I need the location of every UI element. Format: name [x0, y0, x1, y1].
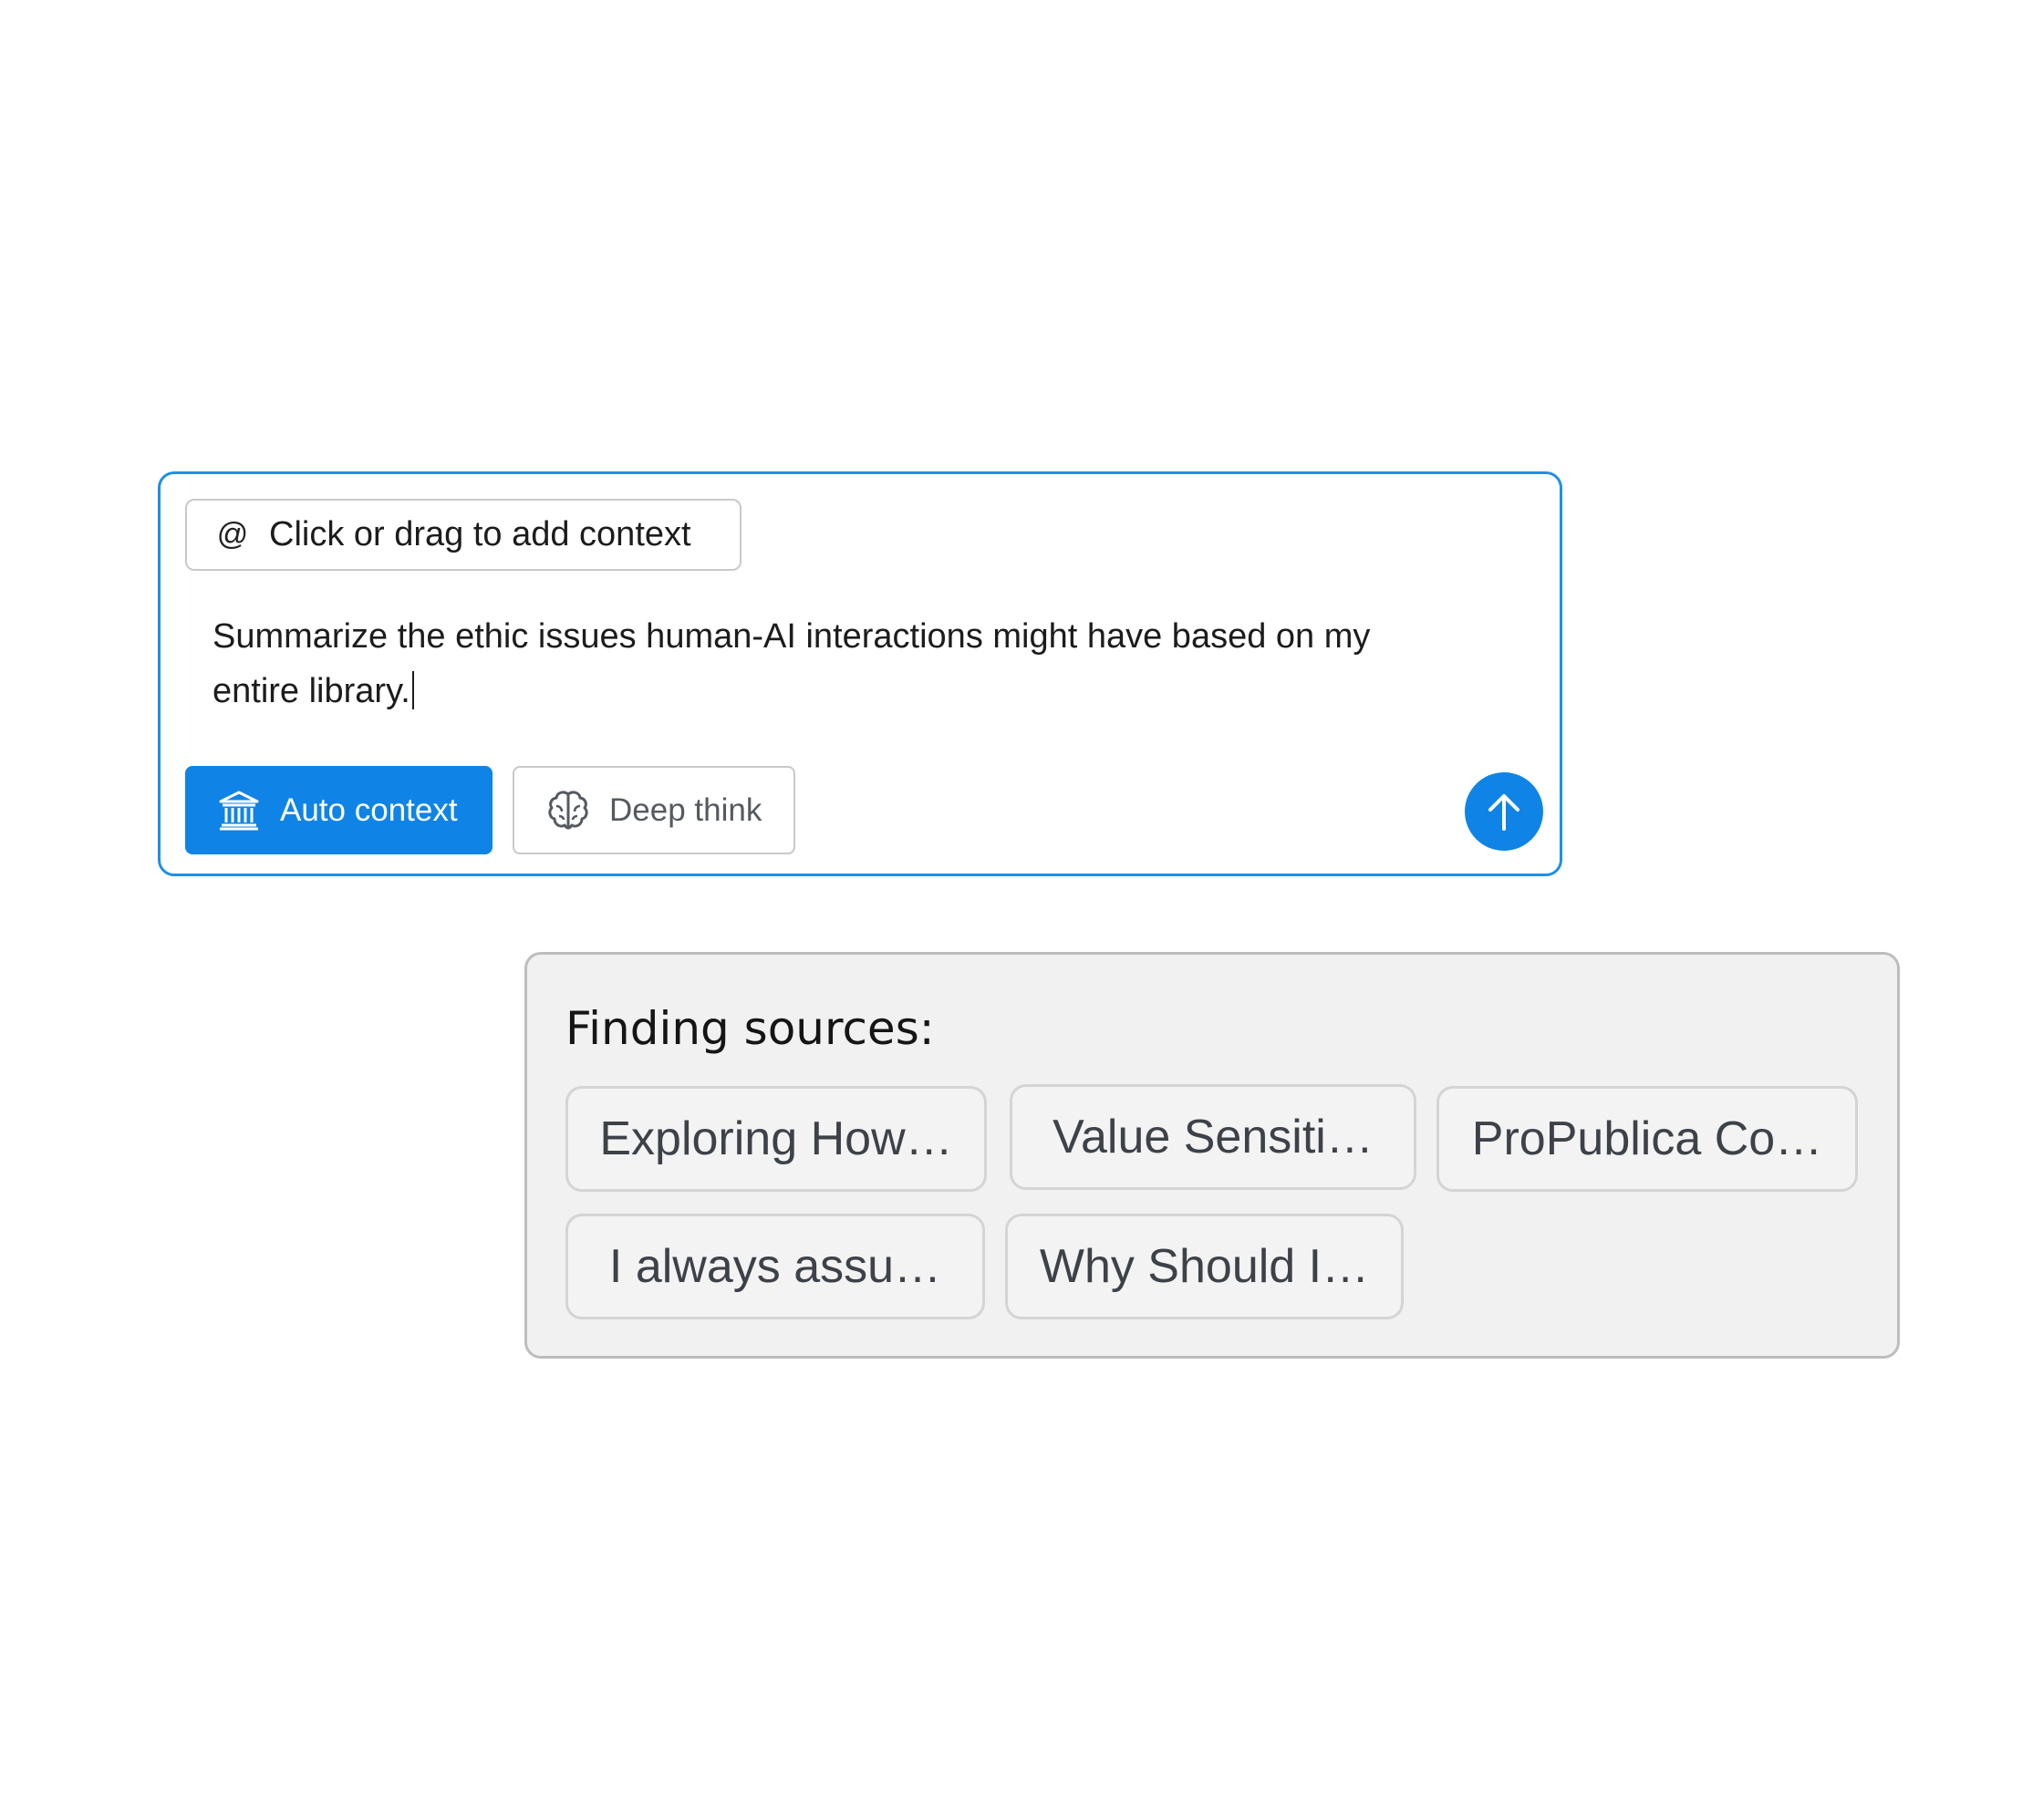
source-chip-label: I always assu… — [608, 1240, 942, 1293]
auto-context-label: Auto context — [280, 791, 458, 828]
brain-icon — [545, 788, 591, 833]
source-chip[interactable]: I always assu… — [565, 1214, 985, 1319]
sources-title: Finding sources: — [565, 1002, 935, 1055]
at-sign-icon: @ — [216, 517, 249, 552]
deep-think-button[interactable]: Deep think — [513, 766, 795, 854]
source-chip-label: Why Should I… — [1039, 1240, 1370, 1293]
bank-icon — [218, 790, 260, 832]
send-button[interactable] — [1465, 772, 1543, 851]
add-context-label: Click or drag to add context — [269, 515, 691, 553]
finding-sources-panel: Finding sources: Exploring How… Value Se… — [524, 952, 1900, 1359]
chat-composer: @ Click or drag to add context Summarize… — [158, 471, 1562, 876]
prompt-text-line-1: Summarize the ethic issues human-AI inte… — [213, 617, 1371, 656]
prompt-input[interactable]: Summarize the ethic issues human-AI inte… — [213, 609, 1508, 719]
page: @ Click or drag to add context Summarize… — [0, 0, 2043, 1820]
source-chip[interactable]: ProPublica Co… — [1436, 1086, 1858, 1192]
source-chip-label: ProPublica Co… — [1471, 1112, 1823, 1165]
text-caret — [411, 671, 414, 709]
source-chip[interactable]: Why Should I… — [1005, 1214, 1404, 1319]
add-context-button[interactable]: @ Click or drag to add context — [185, 499, 741, 571]
source-chip-label: Value Sensiti… — [1053, 1111, 1374, 1163]
source-chip[interactable]: Value Sensiti… — [1010, 1084, 1416, 1190]
auto-context-button[interactable]: Auto context — [185, 766, 493, 854]
arrow-up-icon — [1481, 789, 1527, 834]
source-chip[interactable]: Exploring How… — [565, 1086, 987, 1192]
source-chip-label: Exploring How… — [599, 1112, 953, 1165]
deep-think-label: Deep think — [609, 791, 762, 828]
prompt-text-line-2: entire library. — [213, 672, 410, 710]
